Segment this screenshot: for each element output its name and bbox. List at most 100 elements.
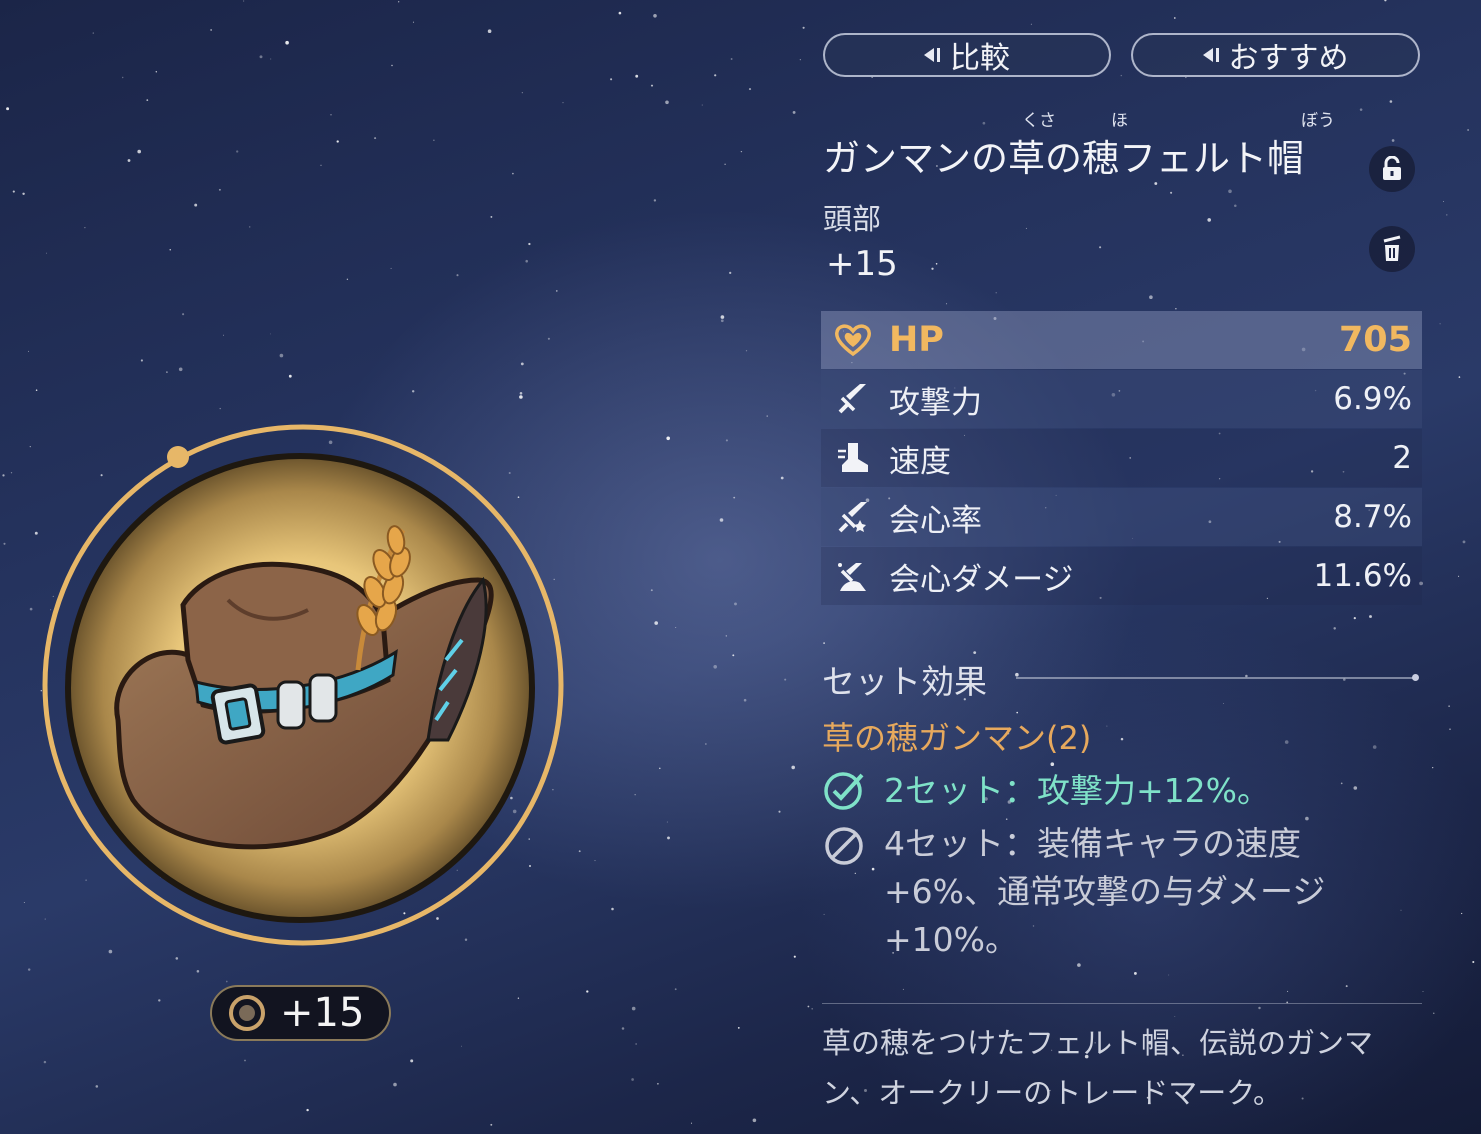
star [222,334,224,336]
star [182,313,185,316]
star [288,374,292,378]
star [108,949,113,954]
star [196,970,200,973]
recommend-button-label: おすすめ [1228,41,1349,76]
stat-value: 6.9% [1333,381,1412,417]
stats-table: HP 705 攻撃力 6.9% 速度 2 会心率 8.7% 会心ダメージ 11.… [821,311,1422,606]
compare-button[interactable]: 比較 [823,33,1111,77]
stat-value: 2 [1392,440,1412,476]
star [1353,617,1356,620]
star [1185,77,1187,79]
star [1448,705,1450,707]
boot-icon [833,438,873,478]
ruby-ho: ほ [1111,111,1128,131]
description-divider [822,1003,1422,1004]
star [1400,909,1402,911]
star [1170,191,1173,194]
star [155,71,157,73]
star [1359,108,1363,111]
star [512,172,514,175]
heart-icon [833,320,873,360]
stat-name: HP [889,320,944,360]
star [525,259,528,263]
star [931,267,934,270]
item-level: +15 [826,244,898,284]
star [320,164,322,166]
star [674,988,677,991]
star [653,14,657,18]
star [659,767,661,770]
star [169,249,171,251]
star [519,392,523,395]
star [634,794,636,796]
star [1391,139,1395,142]
star [1284,740,1289,744]
star [1345,985,1348,988]
star [802,26,805,29]
star [285,40,289,45]
star [730,58,733,60]
discard-button[interactable] [1369,226,1415,272]
star [22,192,25,196]
star [1446,214,1448,216]
star [1340,782,1343,785]
star [1472,960,1475,964]
star [528,242,531,246]
star [1432,767,1434,769]
star [10,472,13,474]
star [621,1027,625,1030]
star [519,395,523,399]
star [270,58,272,60]
star [27,968,31,971]
star [1372,745,1377,749]
recommend-button[interactable]: おすすめ [1131,33,1420,77]
star [667,836,670,840]
star [631,1006,636,1011]
star [973,651,977,654]
star [1439,323,1441,325]
star [935,263,938,265]
star [1050,762,1055,766]
stat-value: 8.7% [1333,499,1412,535]
star [1234,204,1237,208]
star [391,64,393,67]
star [690,1122,693,1124]
star [393,1082,397,1087]
star [1442,201,1444,202]
star [653,199,657,202]
star [610,78,613,81]
star [724,163,726,165]
star [243,0,245,2]
star [330,114,332,116]
star [654,621,658,625]
star [1030,23,1032,25]
star [807,1005,810,1008]
star [28,350,29,352]
stat-row-crit-rate: 会心率 8.7% [821,488,1422,546]
star [792,110,796,114]
star [218,188,221,191]
ring-marker-dot [167,446,189,468]
star [1333,627,1336,630]
back-triangle-icon [1202,48,1219,62]
star [578,850,581,853]
lock-button[interactable] [1369,146,1415,192]
star [547,337,550,340]
item-portrait [42,424,564,946]
set-effect-divider [1016,674,1419,681]
star [121,76,124,79]
star [461,1045,462,1047]
sword-icon [833,379,873,419]
stat-name: 速度 [889,443,951,480]
star [95,1085,99,1088]
star [733,496,736,499]
star [1120,737,1124,741]
star [1433,1012,1435,1014]
prohibited-icon [825,827,863,865]
ruby-bou: ぼう [1301,111,1335,131]
star [618,11,622,15]
star [178,367,183,372]
star [1099,246,1102,249]
star [219,407,221,410]
stat-name: 会心ダメージ [889,561,1074,598]
